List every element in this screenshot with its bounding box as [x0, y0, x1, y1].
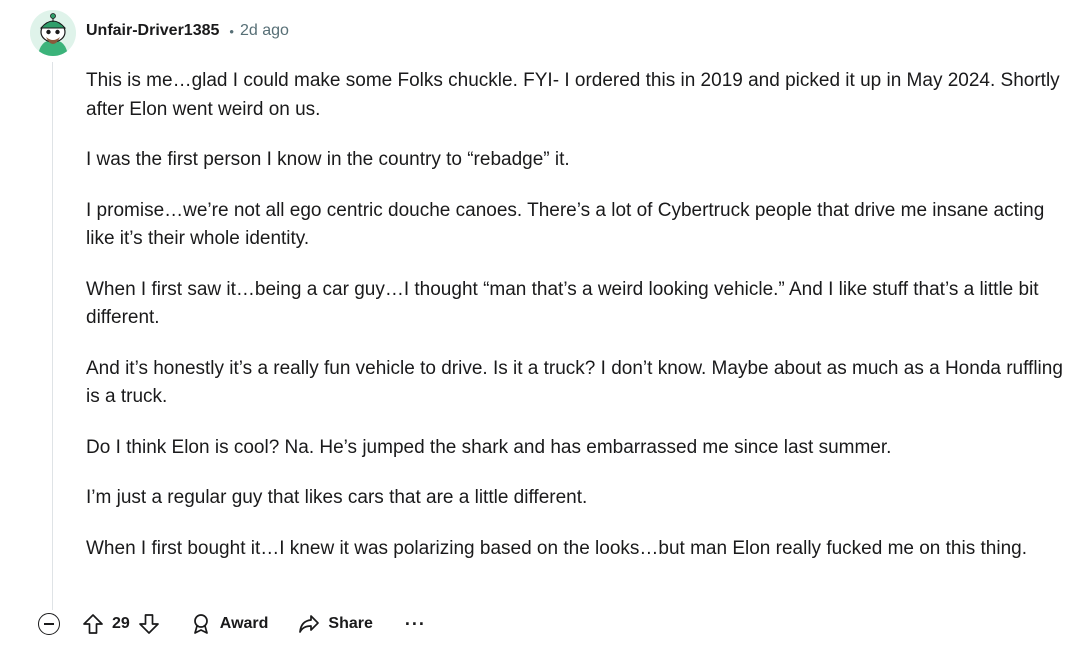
comment-paragraph: I promise…we’re not all ego centric douc… — [86, 199, 1045, 250]
comment-body: This is me…glad I could make some Folks … — [86, 67, 1071, 585]
username-link[interactable]: Unfair-Driver1385 — [86, 22, 219, 40]
comment-paragraph: I was the first person I know in the cou… — [86, 149, 570, 170]
snoo-avatar-icon — [30, 10, 76, 56]
comment-action-bar: 29 Award Share ··· — [38, 608, 426, 640]
share-label: Share — [328, 615, 373, 632]
timestamp[interactable]: 2d ago — [240, 22, 289, 40]
award-button[interactable]: Award — [190, 613, 269, 635]
award-label: Award — [219, 615, 269, 632]
thread-line[interactable] — [52, 62, 53, 610]
comment-paragraph: When I first bought it…I knew it was pol… — [86, 537, 1027, 559]
share-button[interactable]: Share — [298, 613, 373, 635]
meta-separator: • — [229, 23, 234, 39]
downvote-button[interactable] — [138, 613, 160, 635]
avatar[interactable] — [30, 10, 76, 56]
award-icon — [193, 614, 208, 634]
comment-paragraph: And it’s honestly it’s a really fun vehi… — [86, 357, 1063, 408]
upvote-button[interactable] — [82, 613, 104, 635]
downvote-icon — [138, 614, 159, 634]
share-icon — [299, 615, 320, 633]
more-options-button[interactable]: ··· — [405, 614, 426, 635]
comment-paragraph: I’m just a regular guy that likes cars t… — [86, 487, 588, 508]
comment-paragraph: This is me…glad I could make some Folks … — [86, 70, 1060, 120]
upvote-icon — [83, 614, 103, 634]
comment-paragraph: When I first saw it…being a car guy…I th… — [86, 278, 1039, 329]
comment-paragraph: Do I think Elon is cool? Na. He’s jumped… — [86, 436, 892, 458]
collapse-thread-button[interactable] — [38, 613, 60, 635]
comment-header: Unfair-Driver1385 • 2d ago — [86, 22, 289, 40]
vote-count: 29 — [112, 615, 130, 632]
vote-group: 29 — [82, 613, 160, 635]
